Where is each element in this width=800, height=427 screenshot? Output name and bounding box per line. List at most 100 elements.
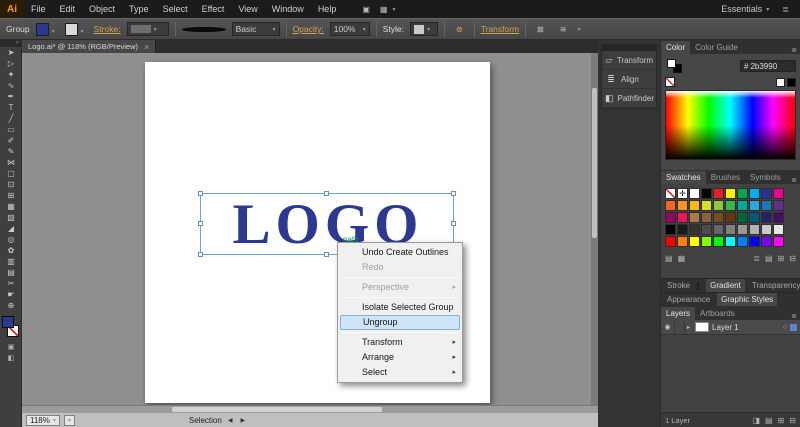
stroke-link[interactable]: Stroke: [94, 24, 121, 34]
menu-select[interactable]: Select [156, 0, 195, 18]
tab-color-guide[interactable]: Color Guide [690, 41, 743, 54]
selection-handle[interactable] [198, 221, 203, 226]
blend-tool[interactable]: ◎ [0, 234, 22, 245]
swatch[interactable] [749, 236, 760, 247]
delete-layer-icon[interactable]: ⊟ [789, 416, 796, 425]
context-menu-item-select[interactable]: Select ▸ [338, 365, 462, 380]
screen-mode-button[interactable]: ◧ [0, 353, 22, 364]
context-menu-item-arrange[interactable]: Arrange ▸ [338, 350, 462, 365]
swatch[interactable] [677, 212, 688, 223]
swatch[interactable] [749, 224, 760, 235]
swatch[interactable] [665, 236, 676, 247]
swatch[interactable] [665, 212, 676, 223]
opacity-link[interactable]: Opacity: [293, 24, 324, 34]
selection-handle[interactable] [198, 252, 203, 257]
new-swatch-icon[interactable]: ⊞ [778, 254, 785, 263]
stroke-color-swatch[interactable]: ▾ [64, 22, 84, 36]
close-tab-icon[interactable]: × [144, 42, 149, 52]
opacity-select[interactable]: 100% ▾ [329, 22, 370, 36]
perspective-grid-tool[interactable]: ⊞ [0, 190, 22, 201]
brush-definition-select[interactable]: Basic ▾ [231, 22, 280, 36]
swatch[interactable] [665, 188, 676, 199]
symbol-sprayer-tool[interactable]: ✿ [0, 245, 22, 256]
make-clipping-mask-icon[interactable]: ◨ [752, 416, 760, 425]
hex-color-field[interactable]: # 2b3990 [740, 60, 796, 72]
swatch[interactable] [749, 212, 760, 223]
swatch[interactable] [761, 212, 772, 223]
swatch[interactable] [701, 200, 712, 211]
selection-tool[interactable]: ➤ [0, 47, 22, 58]
swatch[interactable] [737, 224, 748, 235]
gradient-tool[interactable]: ▧ [0, 212, 22, 223]
swatch[interactable] [725, 188, 736, 199]
swatch-options-icon[interactable]: ≣ [753, 254, 760, 263]
new-sublayer-icon[interactable]: ▤ [765, 416, 773, 425]
tab-brushes[interactable]: Brushes [706, 171, 745, 184]
toolbar-collapse-icon[interactable]: » [0, 40, 21, 47]
draw-modes-button[interactable]: ▣ [0, 342, 22, 353]
menu-effect[interactable]: Effect [195, 0, 232, 18]
menu-help[interactable]: Help [311, 0, 344, 18]
swatch[interactable] [737, 236, 748, 247]
app-logo[interactable]: Ai [0, 0, 24, 18]
swatch[interactable] [689, 188, 700, 199]
go-to-bridge-icon[interactable]: ▣ [357, 5, 375, 14]
color-fill-stroke-proxy[interactable] [665, 58, 685, 74]
tab-graphic-styles[interactable]: Graphic Styles [717, 293, 778, 306]
lasso-tool[interactable]: ∿ [0, 80, 22, 91]
document-tab[interactable]: Logo.ai* @ 118% (RGB/Preview) × [22, 40, 157, 53]
tab-symbols[interactable]: Symbols [745, 171, 786, 184]
swatch[interactable] [665, 200, 676, 211]
swatch[interactable] [689, 236, 700, 247]
type-tool[interactable]: T [0, 102, 22, 113]
free-transform-tool[interactable]: ▢ [0, 168, 22, 179]
tab-stroke[interactable]: Stroke [667, 281, 690, 290]
direct-selection-tool[interactable]: ▷ [0, 58, 22, 69]
menu-view[interactable]: View [231, 0, 264, 18]
recolor-artwork-icon[interactable]: ⊛ [451, 25, 468, 34]
zoom-select[interactable]: 118% ▾ [26, 415, 60, 426]
shape-builder-tool[interactable]: ⊡ [0, 179, 22, 190]
app-bar-menu-icon[interactable]: ≣ [777, 5, 794, 14]
hand-tool[interactable]: ☛ [0, 289, 22, 300]
swatch[interactable] [737, 188, 748, 199]
magic-wand-tool[interactable]: ✦ [0, 69, 22, 80]
layer-row[interactable]: ◉ ▸ Layer 1 ○ [661, 319, 800, 335]
layer-name[interactable]: Layer 1 [712, 323, 739, 332]
workspace-switcher[interactable]: Essentials ▾ [721, 4, 769, 14]
status-prev-icon[interactable]: ◀ [226, 417, 235, 424]
color-panel-menu-icon[interactable]: ≣ [791, 46, 800, 54]
artboard-tool[interactable]: ▤ [0, 267, 22, 278]
arrange-documents-icon[interactable]: ▦ [375, 5, 393, 14]
selection-handle[interactable] [451, 191, 456, 196]
swatch[interactable] [773, 200, 784, 211]
layer-thumbnail[interactable] [695, 322, 710, 332]
swatch[interactable] [713, 236, 724, 247]
align-caret-icon[interactable]: ▾ [578, 26, 581, 33]
swatch[interactable] [773, 236, 784, 247]
tab-swatches[interactable]: Swatches [661, 171, 706, 184]
swatches-panel-menu-icon[interactable]: ≣ [791, 176, 800, 184]
menu-window[interactable]: Window [265, 0, 311, 18]
stroke-weight-select[interactable]: ▾ [126, 22, 169, 36]
eyedropper-tool[interactable]: ◢ [0, 223, 22, 234]
swatch[interactable] [713, 200, 724, 211]
pathfinder-panel-button[interactable]: ◧ Pathfinder [602, 89, 656, 108]
swatch[interactable] [761, 188, 772, 199]
swatch[interactable] [773, 188, 784, 199]
swatch[interactable] [689, 200, 700, 211]
selection-handle[interactable] [324, 191, 329, 196]
swatch[interactable] [701, 212, 712, 223]
tab-layers[interactable]: Layers [661, 307, 696, 320]
fill-proxy-swatch[interactable] [2, 316, 14, 328]
arrange-documents-caret-icon[interactable]: ▾ [392, 6, 395, 13]
swatch[interactable] [725, 236, 736, 247]
expand-triangle-icon[interactable]: ▸ [685, 324, 692, 331]
paintbrush-tool[interactable]: ✐ [0, 135, 22, 146]
swatch[interactable] [713, 212, 724, 223]
line-segment-tool[interactable]: ╱ [0, 113, 22, 124]
swatch[interactable] [713, 188, 724, 199]
white-swatch[interactable] [776, 77, 785, 87]
mesh-tool[interactable]: ▦ [0, 201, 22, 212]
swatch-kinds-icon[interactable]: ▦ [678, 254, 686, 263]
